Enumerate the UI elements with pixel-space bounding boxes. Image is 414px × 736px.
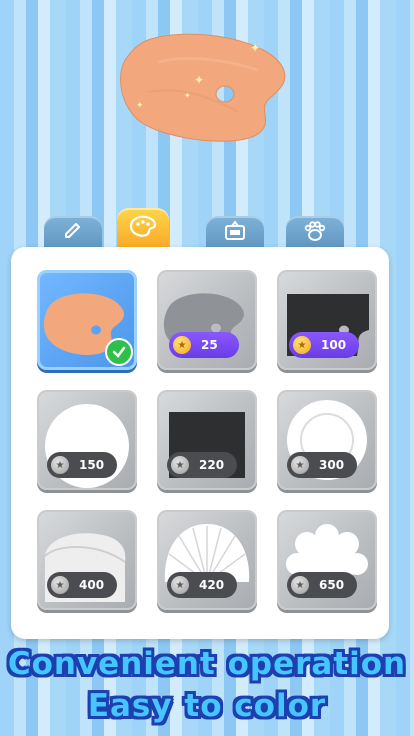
silver-coin-icon: ★ xyxy=(51,576,69,594)
item-card-paw-plate[interactable]: ★ 650 xyxy=(277,510,377,610)
price-value: 100 xyxy=(321,338,347,352)
svg-text:✦: ✦ xyxy=(250,41,260,55)
price-badge: ★ 150 xyxy=(47,452,117,478)
gold-coin-icon: ★ xyxy=(173,336,191,354)
price-badge: ★ 420 xyxy=(167,572,237,598)
price-value: 650 xyxy=(319,578,345,592)
palette-icon xyxy=(129,215,157,243)
price-value: 420 xyxy=(199,578,225,592)
paw-icon xyxy=(303,220,327,246)
silver-coin-icon: ★ xyxy=(291,576,309,594)
item-card-white-round-plate[interactable]: ★ 150 xyxy=(37,390,137,490)
price-value: 150 xyxy=(79,458,105,472)
category-tabs xyxy=(0,208,414,250)
hero-palette-image: ✦ ✦ ✦ ✦ xyxy=(120,33,286,142)
tab-frame[interactable] xyxy=(206,216,264,250)
price-badge: ★ 650 xyxy=(287,572,357,598)
silver-coin-icon: ★ xyxy=(291,456,309,474)
price-value: 300 xyxy=(319,458,345,472)
svg-text:✦: ✦ xyxy=(194,73,204,87)
item-card-white-dish[interactable]: ★ 300 xyxy=(277,390,377,490)
item-grid-panel: ★ 25 ★ 100 ★ 150 ★ 220 ★ 300 ★ 400 ★ 420… xyxy=(11,247,389,639)
item-card-gray-palette[interactable]: ★ 25 xyxy=(157,270,257,370)
price-badge: ★ 100 xyxy=(289,332,359,358)
item-card-black-palette[interactable]: ★ 100 xyxy=(277,270,377,370)
silver-coin-icon: ★ xyxy=(171,576,189,594)
silver-coin-icon: ★ xyxy=(51,456,69,474)
gold-coin-icon: ★ xyxy=(293,336,311,354)
price-badge: ★ 25 xyxy=(169,332,239,358)
price-value: 400 xyxy=(79,578,105,592)
item-card-black-square-plate[interactable]: ★ 220 xyxy=(157,390,257,490)
tab-pencil[interactable] xyxy=(44,216,102,250)
tab-palette[interactable] xyxy=(117,208,169,250)
selected-check-icon xyxy=(105,338,133,366)
item-card-palette[interactable] xyxy=(37,270,137,370)
svg-text:✦: ✦ xyxy=(136,101,144,111)
silver-coin-icon: ★ xyxy=(171,456,189,474)
item-card-shell-plate[interactable]: ★ 420 xyxy=(157,510,257,610)
caption-line-1: Convenient operation xyxy=(7,646,407,682)
item-card-round-plate[interactable]: ★ 400 xyxy=(37,510,137,610)
price-badge: ★ 220 xyxy=(167,452,237,478)
svg-text:✦: ✦ xyxy=(184,91,191,100)
pencil-icon xyxy=(62,220,84,246)
price-badge: ★ 400 xyxy=(47,572,117,598)
tab-paw[interactable] xyxy=(286,216,344,250)
frame-icon xyxy=(223,220,247,246)
price-badge: ★ 300 xyxy=(287,452,357,478)
price-value: 25 xyxy=(201,338,218,352)
price-value: 220 xyxy=(199,458,225,472)
caption-line-2: Easy to color xyxy=(87,688,327,724)
